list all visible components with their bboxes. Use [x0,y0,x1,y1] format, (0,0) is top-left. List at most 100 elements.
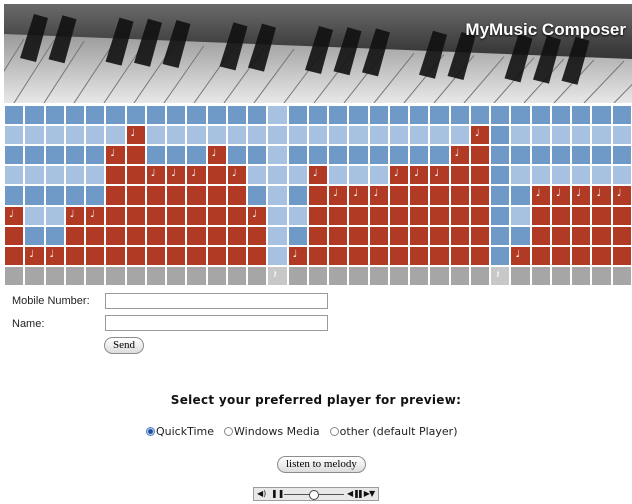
radio-button[interactable] [224,427,234,436]
rest-cell[interactable] [530,265,551,286]
rest-cell[interactable] [571,265,592,286]
note-cell[interactable] [4,245,25,266]
note-cell[interactable] [409,125,430,146]
note-cell[interactable] [469,205,491,226]
note-cell[interactable] [388,225,410,246]
note-cell[interactable] [490,225,511,246]
note-cell[interactable] [24,245,45,266]
note-cell[interactable] [409,225,430,246]
note-cell[interactable] [571,165,592,186]
pause-icon[interactable]: ❚❚ [271,488,284,500]
note-cell[interactable] [145,245,167,266]
note-cell[interactable] [145,185,167,206]
note-cell[interactable] [368,185,389,206]
note-cell[interactable] [287,105,308,126]
note-cell[interactable] [409,245,430,266]
note-cell[interactable] [64,245,86,266]
note-cell[interactable] [44,145,65,166]
note-cell[interactable] [368,205,389,226]
note-cell[interactable] [206,145,227,166]
note-cell[interactable] [247,105,268,126]
note-cell[interactable] [247,145,268,166]
note-cell[interactable] [449,165,470,186]
note-cell[interactable] [64,225,86,246]
note-cell[interactable] [328,165,349,186]
note-cell[interactable] [490,245,511,266]
rest-cell[interactable] [429,265,450,286]
note-cell[interactable] [348,205,369,226]
note-cell[interactable] [388,205,410,226]
note-cell[interactable] [206,165,227,186]
note-cell[interactable] [469,245,491,266]
note-cell[interactable] [64,205,86,226]
note-cell[interactable] [429,245,450,266]
mobile-number-input[interactable] [105,293,328,309]
rest-cell[interactable] [368,265,389,286]
note-cell[interactable] [186,205,207,226]
note-cell[interactable] [429,145,450,166]
note-cell[interactable] [145,225,167,246]
note-cell[interactable] [449,125,470,146]
note-cell[interactable] [24,145,45,166]
note-cell[interactable] [206,205,227,226]
note-cell[interactable] [469,105,491,126]
note-cell[interactable] [307,205,329,226]
note-cell[interactable] [550,205,572,226]
note-cell[interactable] [64,125,86,146]
note-cell[interactable] [530,225,551,246]
note-cell[interactable] [591,185,612,206]
radio-button[interactable] [329,427,339,436]
note-cell[interactable] [348,125,369,146]
note-cell[interactable] [4,105,25,126]
note-cell[interactable] [247,125,268,146]
note-cell[interactable] [550,145,572,166]
note-cell[interactable] [550,165,572,186]
rest-cell[interactable] [186,265,207,286]
step-forward-icon[interactable]: ❚▶ [357,488,370,500]
note-cell[interactable] [328,225,349,246]
note-cell[interactable] [85,165,106,186]
player-option-0[interactable]: QuickTime [146,425,214,438]
note-cell[interactable] [85,205,106,226]
note-cell[interactable] [348,245,369,266]
note-cell[interactable] [226,185,248,206]
rest-cell[interactable] [166,265,187,286]
note-cell[interactable] [368,105,389,126]
player-option-2[interactable]: other (default Player) [329,425,458,438]
note-cell[interactable] [186,245,207,266]
note-cell[interactable] [449,105,470,126]
note-cell[interactable] [307,125,329,146]
note-cell[interactable] [550,105,572,126]
note-cell[interactable] [307,105,329,126]
note-cell[interactable] [85,245,106,266]
note-cell[interactable] [145,145,167,166]
note-cell[interactable] [429,185,450,206]
note-cell[interactable] [328,105,349,126]
note-cell[interactable] [44,165,65,186]
note-cell[interactable] [388,185,410,206]
rest-cell[interactable] [64,265,86,286]
note-cell[interactable] [571,145,592,166]
rest-cell[interactable] [490,265,511,286]
note-cell[interactable] [530,105,551,126]
note-cell[interactable] [226,165,248,186]
note-cell[interactable] [510,225,531,246]
note-cell[interactable] [591,105,612,126]
note-cell[interactable] [44,125,65,146]
note-cell[interactable] [510,165,531,186]
note-cell[interactable] [409,165,430,186]
note-cell[interactable] [226,105,248,126]
note-cell[interactable] [449,205,470,226]
note-cell[interactable] [368,165,389,186]
note-cell[interactable] [307,165,329,186]
note-cell[interactable] [510,245,531,266]
note-cell[interactable] [348,105,369,126]
note-cell[interactable] [105,125,126,146]
note-cell[interactable] [85,185,106,206]
note-cell[interactable] [166,245,187,266]
note-cell[interactable] [145,165,167,186]
note-cell[interactable] [267,145,288,166]
note-cell[interactable] [267,185,288,206]
note-cell[interactable] [226,225,248,246]
note-cell[interactable] [429,205,450,226]
